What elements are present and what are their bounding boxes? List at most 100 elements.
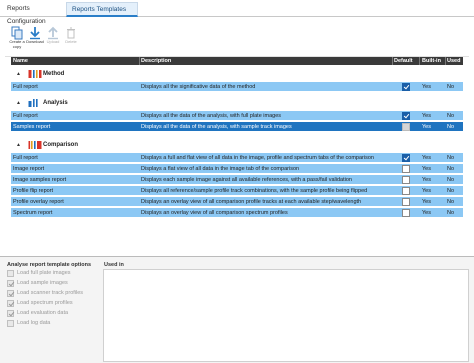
row-name: Profile flip report: [13, 188, 54, 194]
table-row[interactable]: Full report Displays all the significati…: [11, 82, 463, 92]
default-checkbox[interactable]: [402, 123, 410, 131]
option-load-sample-images[interactable]: Load sample images: [7, 279, 102, 288]
column-header-name[interactable]: Name: [13, 57, 28, 65]
row-built-in: Yes: [422, 124, 431, 130]
group-method[interactable]: ▲ Method: [11, 67, 463, 81]
method-icon: [28, 70, 42, 78]
row-built-in: Yes: [422, 155, 431, 161]
default-checkbox[interactable]: [402, 198, 410, 206]
table-row[interactable]: Spectrum report Displays an overlay view…: [11, 208, 463, 218]
group-name: Method: [43, 71, 65, 77]
column-divider: [139, 57, 140, 65]
default-checkbox[interactable]: [402, 176, 410, 184]
grid-header: Name Description Default Built-in Used: [11, 57, 463, 65]
tab-bar: Reports Configuration Reports Templates: [0, 0, 474, 25]
collapse-caret-icon[interactable]: ▲: [16, 142, 21, 148]
used-in-list: [103, 269, 469, 362]
row-used: No: [447, 166, 455, 172]
default-checkbox[interactable]: [402, 83, 410, 91]
table-row[interactable]: Profile overlay report Displays an overl…: [11, 197, 463, 207]
options-panel: Analyse report template options Used in …: [0, 257, 474, 363]
column-divider: [445, 57, 446, 65]
tab-reports-configuration[interactable]: Reports Configuration: [2, 2, 66, 25]
options-title: Analyse report template options: [7, 262, 92, 268]
option-load-scanner-track-profiles[interactable]: Load scanner track profiles: [7, 289, 102, 298]
row-description: Displays all reference/sample profile tr…: [141, 188, 368, 194]
group-comparison[interactable]: ▲ Comparison: [11, 138, 463, 152]
option-checkbox[interactable]: [7, 320, 14, 327]
row-description: Displays each sample image against all a…: [141, 177, 352, 183]
option-load-full-plate-images[interactable]: Load full plate images: [7, 269, 102, 278]
table-row[interactable]: Full report Displays a full and flat vie…: [11, 153, 463, 163]
column-header-default[interactable]: Default: [394, 57, 413, 65]
row-used: No: [447, 124, 455, 130]
row-used: No: [447, 210, 455, 216]
default-checkbox[interactable]: [402, 112, 410, 120]
option-load-spectrum-profiles[interactable]: Load spectrum profiles: [7, 299, 102, 308]
row-used: No: [447, 199, 455, 205]
option-label: Load spectrum profiles: [17, 300, 73, 306]
row-name: Full report: [13, 84, 38, 90]
option-label: Load scanner track profiles: [17, 290, 84, 296]
table-row-selected[interactable]: Samples report Displays all the data of …: [11, 122, 463, 132]
option-checkbox[interactable]: [7, 280, 14, 287]
row-built-in: Yes: [422, 113, 431, 119]
create-copy-icon: [11, 26, 23, 40]
toolbar: Create a copy Download Upload Delete: [0, 24, 474, 57]
row-description: Displays all the significative data of t…: [141, 84, 256, 90]
row-used: No: [447, 177, 455, 183]
row-used: No: [447, 155, 455, 161]
table-row[interactable]: Profile flip report Displays all referen…: [11, 186, 463, 196]
default-checkbox[interactable]: [402, 187, 410, 195]
group-analysis[interactable]: ▲ Analysis: [11, 96, 463, 110]
default-checkbox[interactable]: [402, 209, 410, 217]
option-label: Load evaluation data: [17, 310, 69, 316]
row-built-in: Yes: [422, 166, 431, 172]
option-checkbox[interactable]: [7, 300, 14, 307]
option-checkbox[interactable]: [7, 270, 14, 277]
column-header-used[interactable]: Used: [447, 57, 460, 65]
column-divider: [419, 57, 420, 65]
row-used: No: [447, 84, 455, 90]
default-checkbox[interactable]: [402, 154, 410, 162]
row-used: No: [447, 188, 455, 194]
download-icon: [30, 27, 40, 40]
group-name: Comparison: [43, 142, 79, 148]
row-name: Samples report: [13, 124, 51, 130]
upload-icon: [48, 26, 58, 40]
default-checkbox[interactable]: [402, 165, 410, 173]
row-description: Displays an overlay view of all comparis…: [141, 210, 288, 216]
row-name: Full report: [13, 155, 38, 161]
column-divider: [392, 57, 393, 65]
option-label: Load full plate images: [17, 270, 71, 276]
delete-button[interactable]: Delete: [59, 24, 83, 54]
row-description: Displays all the data of the analysis, w…: [141, 113, 282, 119]
option-load-evaluation-data[interactable]: Load evaluation data: [7, 309, 102, 318]
column-header-description[interactable]: Description: [141, 57, 171, 65]
tab-reports-templates[interactable]: Reports Templates: [66, 2, 138, 17]
option-load-log-data[interactable]: Load log data: [7, 319, 102, 328]
analysis-icon: [28, 99, 38, 107]
row-built-in: Yes: [422, 177, 431, 183]
row-name: Spectrum report: [13, 210, 53, 216]
row-description: Displays a full and flat view of all dat…: [141, 155, 374, 161]
option-checkbox[interactable]: [7, 290, 14, 297]
option-checkbox[interactable]: [7, 310, 14, 317]
collapse-caret-icon[interactable]: ▲: [16, 71, 21, 77]
row-name: Image report: [13, 166, 45, 172]
row-description: Displays a flat view of all data in the …: [141, 166, 300, 172]
row-name: Full report: [13, 113, 38, 119]
collapse-caret-icon[interactable]: ▲: [16, 100, 21, 106]
table-row[interactable]: Full report Displays all the data of the…: [11, 111, 463, 121]
option-label: Load log data: [17, 320, 51, 326]
group-name: Analysis: [43, 100, 68, 106]
row-built-in: Yes: [422, 210, 431, 216]
table-row[interactable]: Image report Displays a flat view of all…: [11, 164, 463, 174]
used-in-title: Used in: [104, 262, 124, 268]
row-built-in: Yes: [422, 188, 431, 194]
row-name: Image samples report: [13, 177, 67, 183]
delete-icon: [67, 27, 75, 39]
table-row[interactable]: Image samples report Displays each sampl…: [11, 175, 463, 185]
column-header-built-in[interactable]: Built-in: [422, 57, 441, 65]
row-name: Profile overlay report: [13, 199, 64, 205]
